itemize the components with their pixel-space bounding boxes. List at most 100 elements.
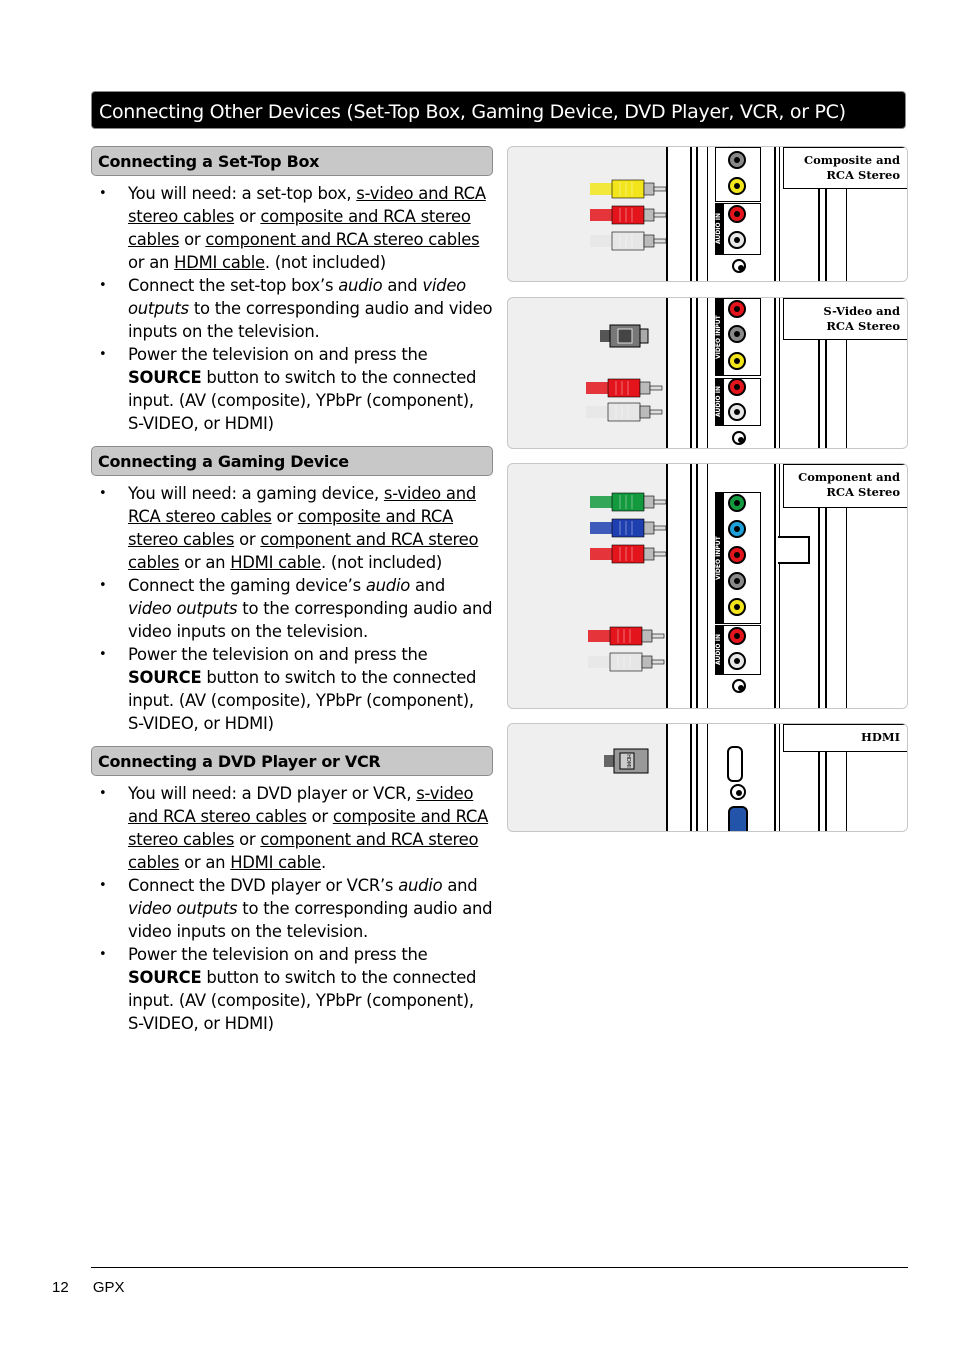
hdmi-plug: HDMI	[604, 746, 654, 780]
diagram-caption: Component and RCA Stereo	[783, 464, 907, 508]
s-video-jack	[728, 572, 746, 590]
diagram-composite: AUDIO IN Composite and RCA Stereo	[507, 146, 908, 282]
audio-l-jack	[728, 231, 746, 249]
bullet-text: .	[320, 853, 326, 872]
bullet-text: Connect the set-top box’s	[128, 276, 339, 295]
white-rca-plug	[590, 231, 670, 255]
bullet-text: Connect the DVD player or VCR’s	[128, 876, 399, 895]
audio-in-label: AUDIO IN	[715, 203, 724, 255]
bullet-text: Power the television on and press the	[128, 345, 428, 364]
vga-port	[728, 806, 748, 831]
section-set-top-box: Connecting a Set-Top Box You will need: …	[91, 146, 493, 435]
page-title: Connecting Other Devices (Set-Top Box, G…	[91, 91, 906, 129]
green-rca-plug	[590, 492, 670, 516]
headphone-jack	[732, 431, 746, 445]
audio-l-jack	[728, 652, 746, 670]
bullet-text: and	[442, 876, 478, 895]
bullet-item: You will need: a gaming device, s-video …	[91, 482, 493, 574]
bullet-text: Connect the gaming device’s	[128, 576, 366, 595]
audio-l-jack	[728, 403, 746, 421]
svg-text:HDMI: HDMI	[625, 754, 631, 767]
white-rca-plug	[588, 652, 668, 676]
white-rca-plug	[586, 402, 666, 426]
section-heading: Connecting a Gaming Device	[91, 446, 493, 476]
page-number: 12	[52, 1279, 69, 1296]
bullet-item: Connect the set-top box’s audio and vide…	[91, 274, 493, 343]
bullet-text: Power the television on and press the	[128, 645, 428, 664]
video-jack	[728, 177, 746, 195]
s-video-plug	[600, 323, 650, 353]
bullet-text: . (not included)	[264, 253, 386, 272]
diagram-hdmi: HDMI HDMI	[507, 723, 908, 832]
audio-r-jack	[728, 205, 746, 223]
diagram-component: VIDEO INPUT AUDIO IN Component and RCA St…	[507, 463, 908, 709]
red-rca-plug	[590, 544, 670, 568]
bullet-item: Power the television on and press the SO…	[91, 943, 493, 1035]
bullet-text: or	[234, 530, 261, 549]
audio-r-jack	[728, 378, 746, 396]
bullet-text: and	[410, 576, 446, 595]
hdmi-port	[727, 746, 743, 782]
s-video-jack	[728, 325, 746, 343]
bullet-text: and	[382, 276, 423, 295]
cable-link[interactable]: HDMI cable	[174, 253, 265, 272]
s-video-jack	[728, 151, 746, 169]
bullet-item: Power the television on and press the SO…	[91, 643, 493, 735]
source-button-text: SOURCE	[128, 368, 202, 387]
footer: 12 GPX	[52, 1279, 145, 1296]
headphone-jack	[732, 259, 746, 273]
cable-link[interactable]: HDMI cable	[230, 853, 321, 872]
bullet-text: You will need: a gaming device,	[128, 484, 384, 503]
red-rca-plug	[590, 205, 670, 229]
pc-audio-jack	[730, 784, 746, 800]
section-heading: Connecting a DVD Player or VCR	[91, 746, 493, 776]
bullet-text: You will need: a set-top box,	[128, 184, 357, 203]
bullet-item: You will need: a DVD player or VCR, s-vi…	[91, 782, 493, 874]
emphasis-text: video outputs	[128, 599, 238, 618]
cable-link[interactable]: component and RCA stereo cables	[205, 230, 479, 249]
section-gaming-device: Connecting a Gaming Device You will need…	[91, 446, 493, 735]
y-jack	[728, 494, 746, 512]
red-rca-plug	[588, 626, 668, 650]
diagram-caption: S-Video and RCA Stereo	[783, 298, 907, 340]
headphone-jack	[732, 679, 746, 693]
bullet-text: or an	[128, 253, 175, 272]
audio-in-label: AUDIO IN	[715, 378, 724, 426]
video-jack	[728, 352, 746, 370]
brand-name: GPX	[92, 1279, 125, 1296]
diagram-caption: Composite and RCA Stereo	[783, 147, 907, 189]
bullet-text: You will need: a DVD player or VCR,	[128, 784, 417, 803]
bullet-text: or	[234, 830, 261, 849]
bullet-text: or	[179, 230, 206, 249]
section-heading: Connecting a Set-Top Box	[91, 146, 493, 176]
video-input-label: VIDEO INPUT	[715, 298, 724, 376]
source-button-text: SOURCE	[128, 668, 202, 687]
audio-r-jack	[728, 627, 746, 645]
emphasis-text: video outputs	[128, 899, 238, 918]
bullet-item: You will need: a set-top box, s-video an…	[91, 182, 493, 274]
blue-rca-plug	[590, 518, 670, 542]
yellow-rca-plug	[590, 179, 670, 203]
source-button-text: SOURCE	[128, 968, 202, 987]
emphasis-text: audio	[398, 876, 443, 895]
bullet-text: or	[271, 507, 298, 526]
diagram-caption: HDMI	[783, 724, 907, 752]
footer-rule	[91, 1267, 908, 1268]
bullet-item: Power the television on and press the SO…	[91, 343, 493, 435]
bullet-item: Connect the gaming device’s audio and vi…	[91, 574, 493, 643]
side-bracket	[778, 536, 810, 564]
bullet-text: or an	[179, 553, 231, 572]
pr-jack	[728, 300, 746, 318]
video-jack	[728, 598, 746, 616]
pb-jack	[728, 520, 746, 538]
bullet-text: . (not included)	[320, 553, 443, 572]
section-dvd-vcr: Connecting a DVD Player or VCR You will …	[91, 746, 493, 1035]
diagram-s-video: VIDEO INPUT AUDIO IN S-Video and RCA Ster…	[507, 297, 908, 449]
bullet-list: You will need: a set-top box, s-video an…	[91, 182, 493, 435]
cable-link[interactable]: HDMI cable	[230, 553, 321, 572]
audio-in-label: AUDIO IN	[715, 625, 724, 675]
bullet-text: or	[306, 807, 333, 826]
bullet-text: or an	[179, 853, 231, 872]
emphasis-text: audio	[338, 276, 383, 295]
bullet-item: Connect the DVD player or VCR’s audio an…	[91, 874, 493, 943]
